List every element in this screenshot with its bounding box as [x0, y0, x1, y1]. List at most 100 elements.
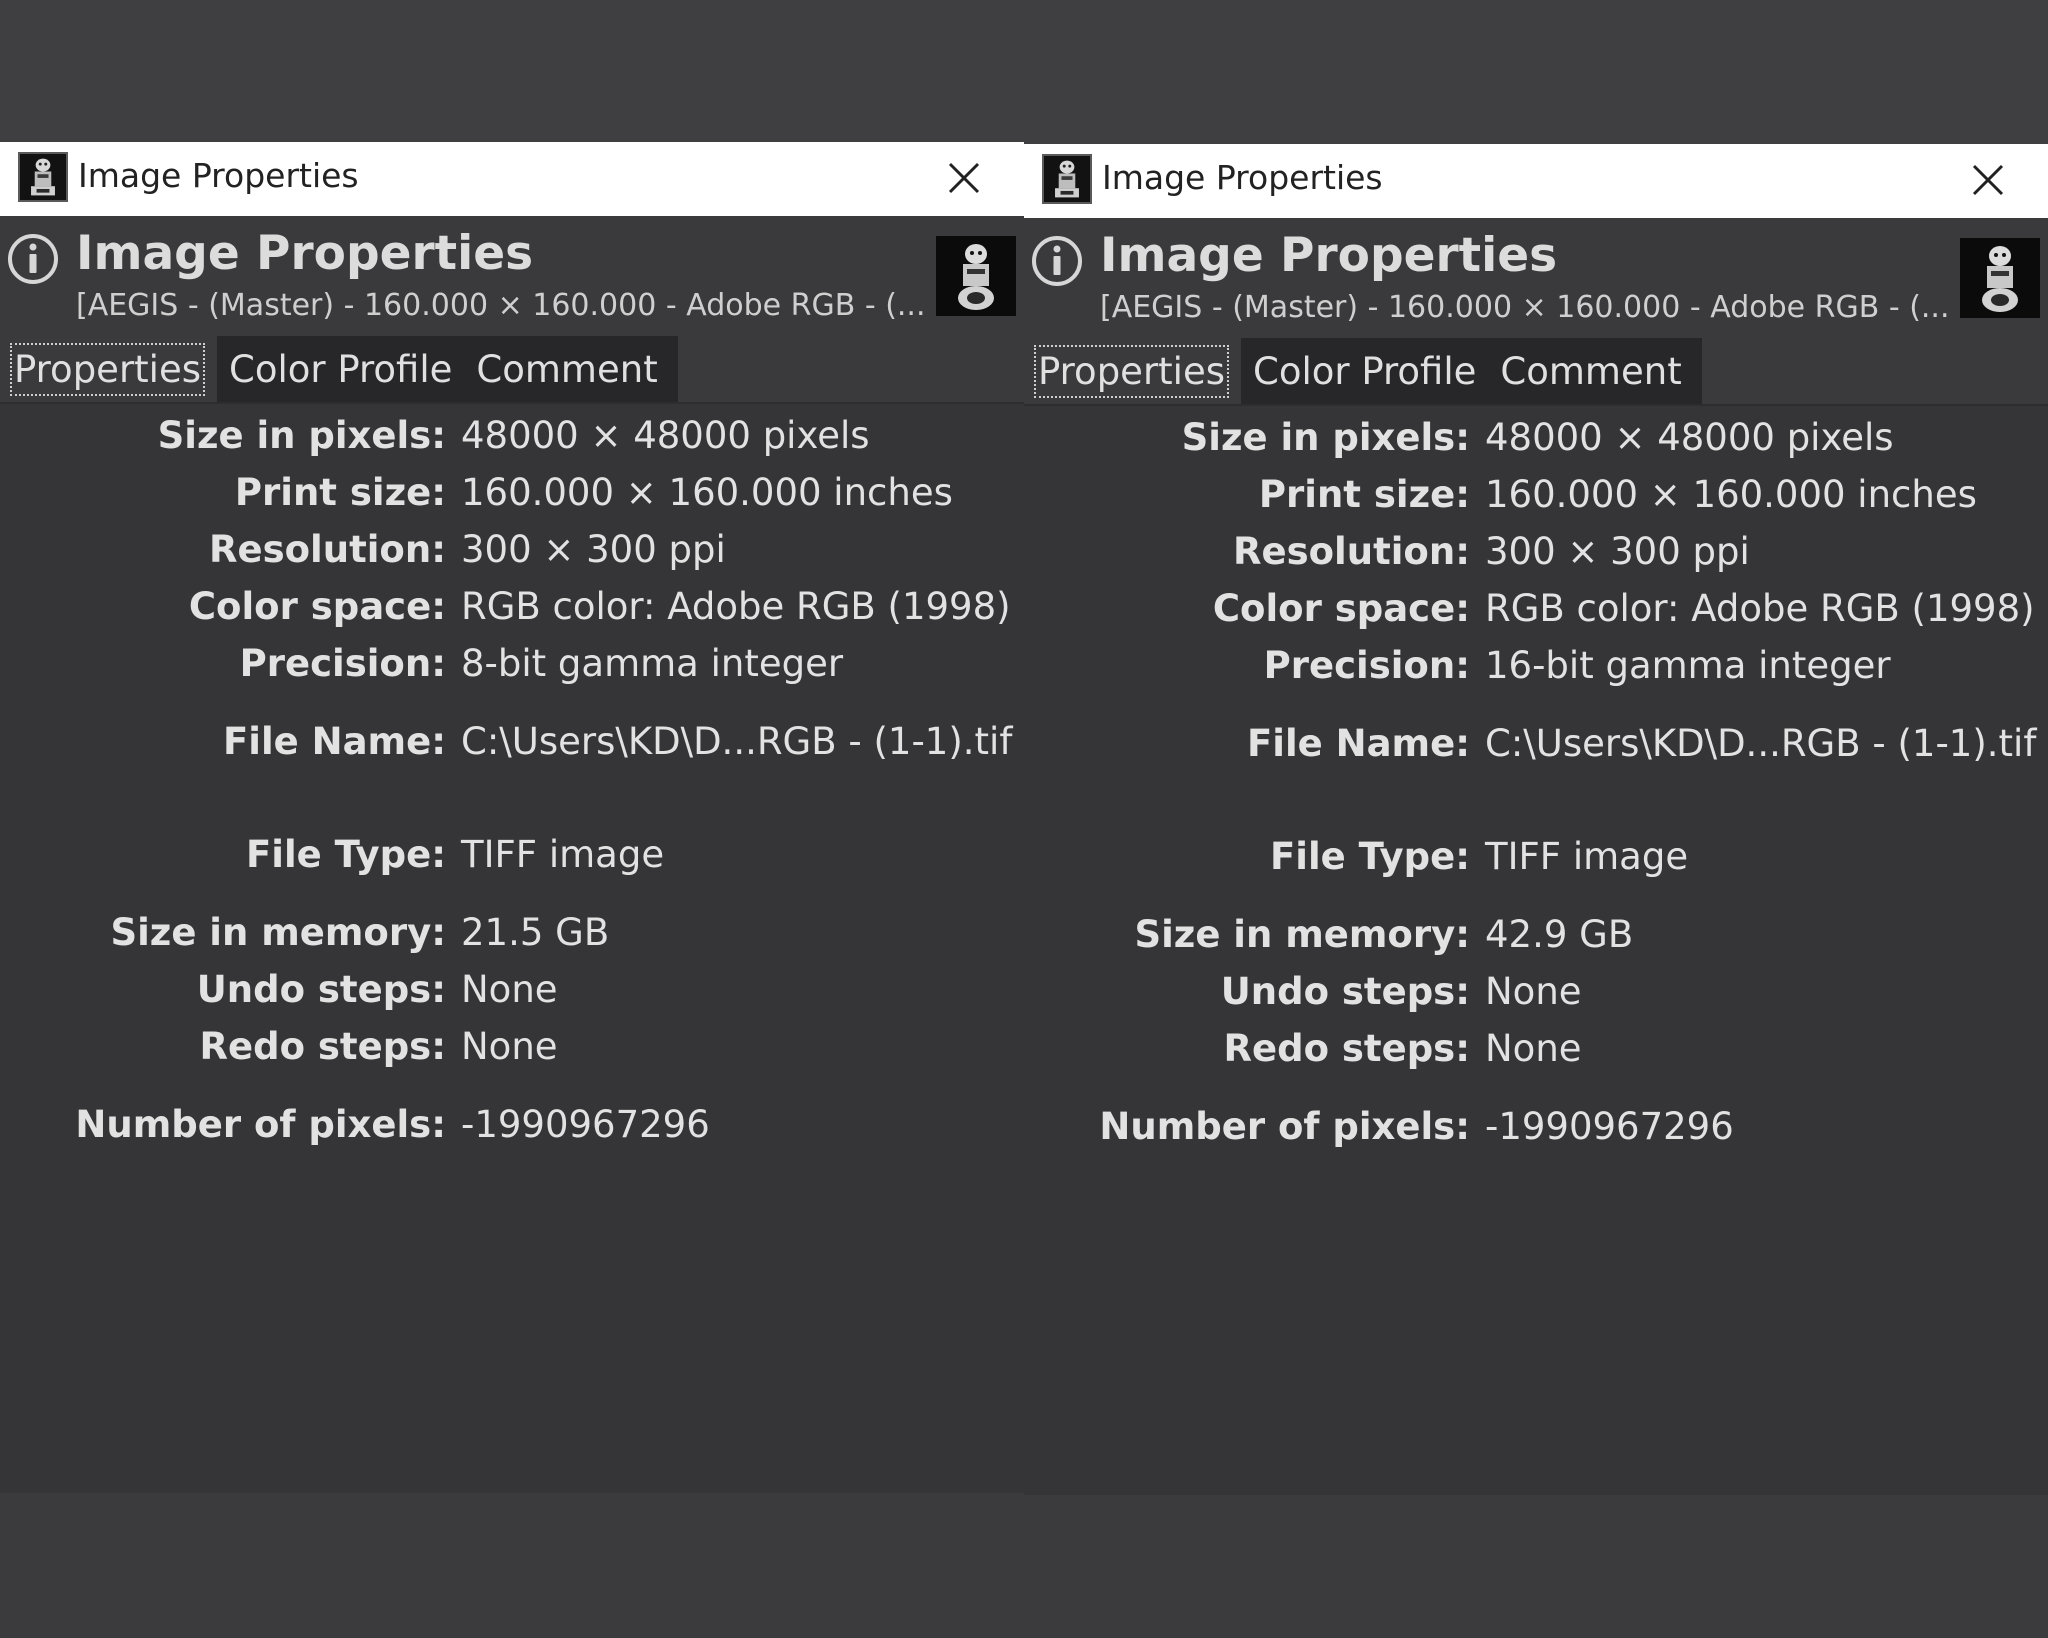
property-row-undo-steps: Undo steps: None	[0, 968, 1024, 1014]
close-button[interactable]	[1968, 160, 2008, 200]
info-icon	[1030, 234, 1084, 288]
property-value: C:\Users\KD\D...RGB - (1-1).tif	[461, 720, 1013, 763]
inactive-tabs: Color Profile Comment	[217, 336, 678, 402]
property-label: Undo steps:	[1220, 970, 1470, 1013]
property-value: RGB color: Adobe RGB (1998)	[461, 585, 1011, 628]
tab-properties[interactable]: Properties	[1030, 338, 1233, 404]
header-subtitle: [AEGIS - (Master) - 160.000 × 160.000 - …	[76, 288, 926, 323]
property-row-resolution: Resolution: 300 × 300 ppi	[0, 528, 1024, 574]
tab-properties[interactable]: Properties	[6, 336, 209, 402]
property-value: None	[1485, 1027, 1582, 1070]
property-row-file-name: File Name: C:\Users\KD\D...RGB - (1-1).t…	[1024, 722, 2048, 768]
property-label: Print size:	[234, 471, 446, 514]
property-label: Print size:	[1258, 473, 1470, 516]
property-row-number-of-pixels: Number of pixels: -1990967296	[1024, 1105, 2048, 1151]
property-row-print-size: Print size: 160.000 × 160.000 inches	[0, 471, 1024, 517]
header-title: Image Properties	[1100, 228, 1558, 283]
titlebar[interactable]: Image Properties	[1024, 144, 2048, 218]
property-label: Redo steps:	[1223, 1027, 1470, 1070]
tab-label: Properties	[10, 342, 205, 396]
property-label: Size in memory:	[110, 911, 446, 954]
property-row-redo-steps: Redo steps: None	[1024, 1027, 2048, 1073]
property-value: None	[461, 1025, 558, 1068]
tab-bar: Properties Color Profile Comment	[0, 334, 1024, 404]
property-row-size-in-pixels: Size in pixels: 48000 × 48000 pixels	[1024, 416, 2048, 462]
close-icon	[1972, 164, 2004, 196]
property-value: C:\Users\KD\D...RGB - (1-1).tif	[1485, 722, 2037, 765]
property-value: None	[461, 968, 558, 1011]
property-value: -1990967296	[461, 1103, 710, 1146]
property-row-resolution: Resolution: 300 × 300 ppi	[1024, 530, 2048, 576]
property-value: 16-bit gamma integer	[1485, 644, 1891, 687]
dialog-header: Image Properties [AEGIS - (Master) - 160…	[1024, 218, 2048, 336]
property-row-size-in-memory: Size in memory: 21.5 GB	[0, 911, 1024, 957]
tab-comment[interactable]: Comment	[1488, 338, 1693, 404]
property-row-size-in-pixels: Size in pixels: 48000 × 48000 pixels	[0, 414, 1024, 460]
property-value: None	[1485, 970, 1582, 1013]
tab-color-profile[interactable]: Color Profile	[1241, 338, 1488, 404]
tab-color-profile[interactable]: Color Profile	[217, 336, 464, 402]
property-label: Precision:	[239, 642, 446, 685]
property-value: -1990967296	[1485, 1105, 1734, 1148]
property-row-file-type: File Type: TIFF image	[0, 833, 1024, 879]
property-row-color-space: Color space: RGB color: Adobe RGB (1998)	[1024, 587, 2048, 633]
property-value: 300 × 300 ppi	[1485, 530, 1750, 573]
property-row-size-in-memory: Size in memory: 42.9 GB	[1024, 913, 2048, 959]
property-row-redo-steps: Redo steps: None	[0, 1025, 1024, 1071]
property-value: 42.9 GB	[1485, 913, 1634, 956]
property-label: Undo steps:	[196, 968, 446, 1011]
property-label: Resolution:	[209, 528, 446, 571]
property-row-precision: Precision: 16-bit gamma integer	[1024, 644, 2048, 690]
titlebar[interactable]: Image Properties	[0, 142, 1024, 216]
property-value: TIFF image	[1485, 835, 1689, 878]
property-row-print-size: Print size: 160.000 × 160.000 inches	[1024, 473, 2048, 519]
property-label: File Type:	[1270, 835, 1470, 878]
info-icon	[6, 232, 60, 286]
property-row-file-type: File Type: TIFF image	[1024, 835, 2048, 881]
property-label: Color space:	[1212, 587, 1470, 630]
property-label: Precision:	[1263, 644, 1470, 687]
property-label: Resolution:	[1233, 530, 1470, 573]
image-properties-window-16bit: Image Properties Image Properties [AEGIS…	[1024, 144, 2048, 1495]
property-label: Size in memory:	[1134, 913, 1470, 956]
window-title: Image Properties	[78, 156, 359, 195]
property-label: File Name:	[223, 720, 446, 763]
aegis-statue-icon	[18, 152, 68, 202]
property-label: Number of pixels:	[75, 1103, 446, 1146]
property-row-precision: Precision: 8-bit gamma integer	[0, 642, 1024, 688]
property-row-undo-steps: Undo steps: None	[1024, 970, 2048, 1016]
property-value: RGB color: Adobe RGB (1998)	[1485, 587, 2035, 630]
window-title: Image Properties	[1102, 158, 1383, 197]
property-label: File Type:	[246, 833, 446, 876]
property-value: 48000 × 48000 pixels	[461, 414, 870, 457]
dialog-header: Image Properties [AEGIS - (Master) - 160…	[0, 216, 1024, 334]
inactive-tabs: Color Profile Comment	[1241, 338, 1702, 404]
property-label: Color space:	[188, 585, 446, 628]
property-label: Size in pixels:	[157, 414, 446, 457]
aegis-statue-icon	[1042, 154, 1092, 204]
property-label: Redo steps:	[199, 1025, 446, 1068]
property-value: 300 × 300 ppi	[461, 528, 726, 571]
property-row-color-space: Color space: RGB color: Adobe RGB (1998)	[0, 585, 1024, 631]
header-title: Image Properties	[76, 226, 534, 281]
property-value: 160.000 × 160.000 inches	[461, 471, 953, 514]
header-subtitle: [AEGIS - (Master) - 160.000 × 160.000 - …	[1100, 290, 1950, 325]
property-label: Size in pixels:	[1181, 416, 1470, 459]
image-properties-window-8bit: Image Properties Image Properties [AEGIS…	[0, 142, 1024, 1493]
property-row-file-name: File Name: C:\Users\KD\D...RGB - (1-1).t…	[0, 720, 1024, 766]
image-thumbnail	[1960, 238, 2040, 318]
property-label: Number of pixels:	[1099, 1105, 1470, 1148]
property-value: 8-bit gamma integer	[461, 642, 844, 685]
property-row-number-of-pixels: Number of pixels: -1990967296	[0, 1103, 1024, 1149]
property-value: 48000 × 48000 pixels	[1485, 416, 1894, 459]
tab-bar: Properties Color Profile Comment	[1024, 336, 2048, 406]
property-value: 21.5 GB	[461, 911, 610, 954]
bottom-band	[0, 1493, 2048, 1638]
close-icon	[948, 162, 980, 194]
image-thumbnail	[936, 236, 1016, 316]
tab-label: Properties	[1034, 344, 1229, 398]
property-label: File Name:	[1247, 722, 1470, 765]
close-button[interactable]	[944, 158, 984, 198]
property-value: 160.000 × 160.000 inches	[1485, 473, 1977, 516]
tab-comment[interactable]: Comment	[464, 336, 669, 402]
